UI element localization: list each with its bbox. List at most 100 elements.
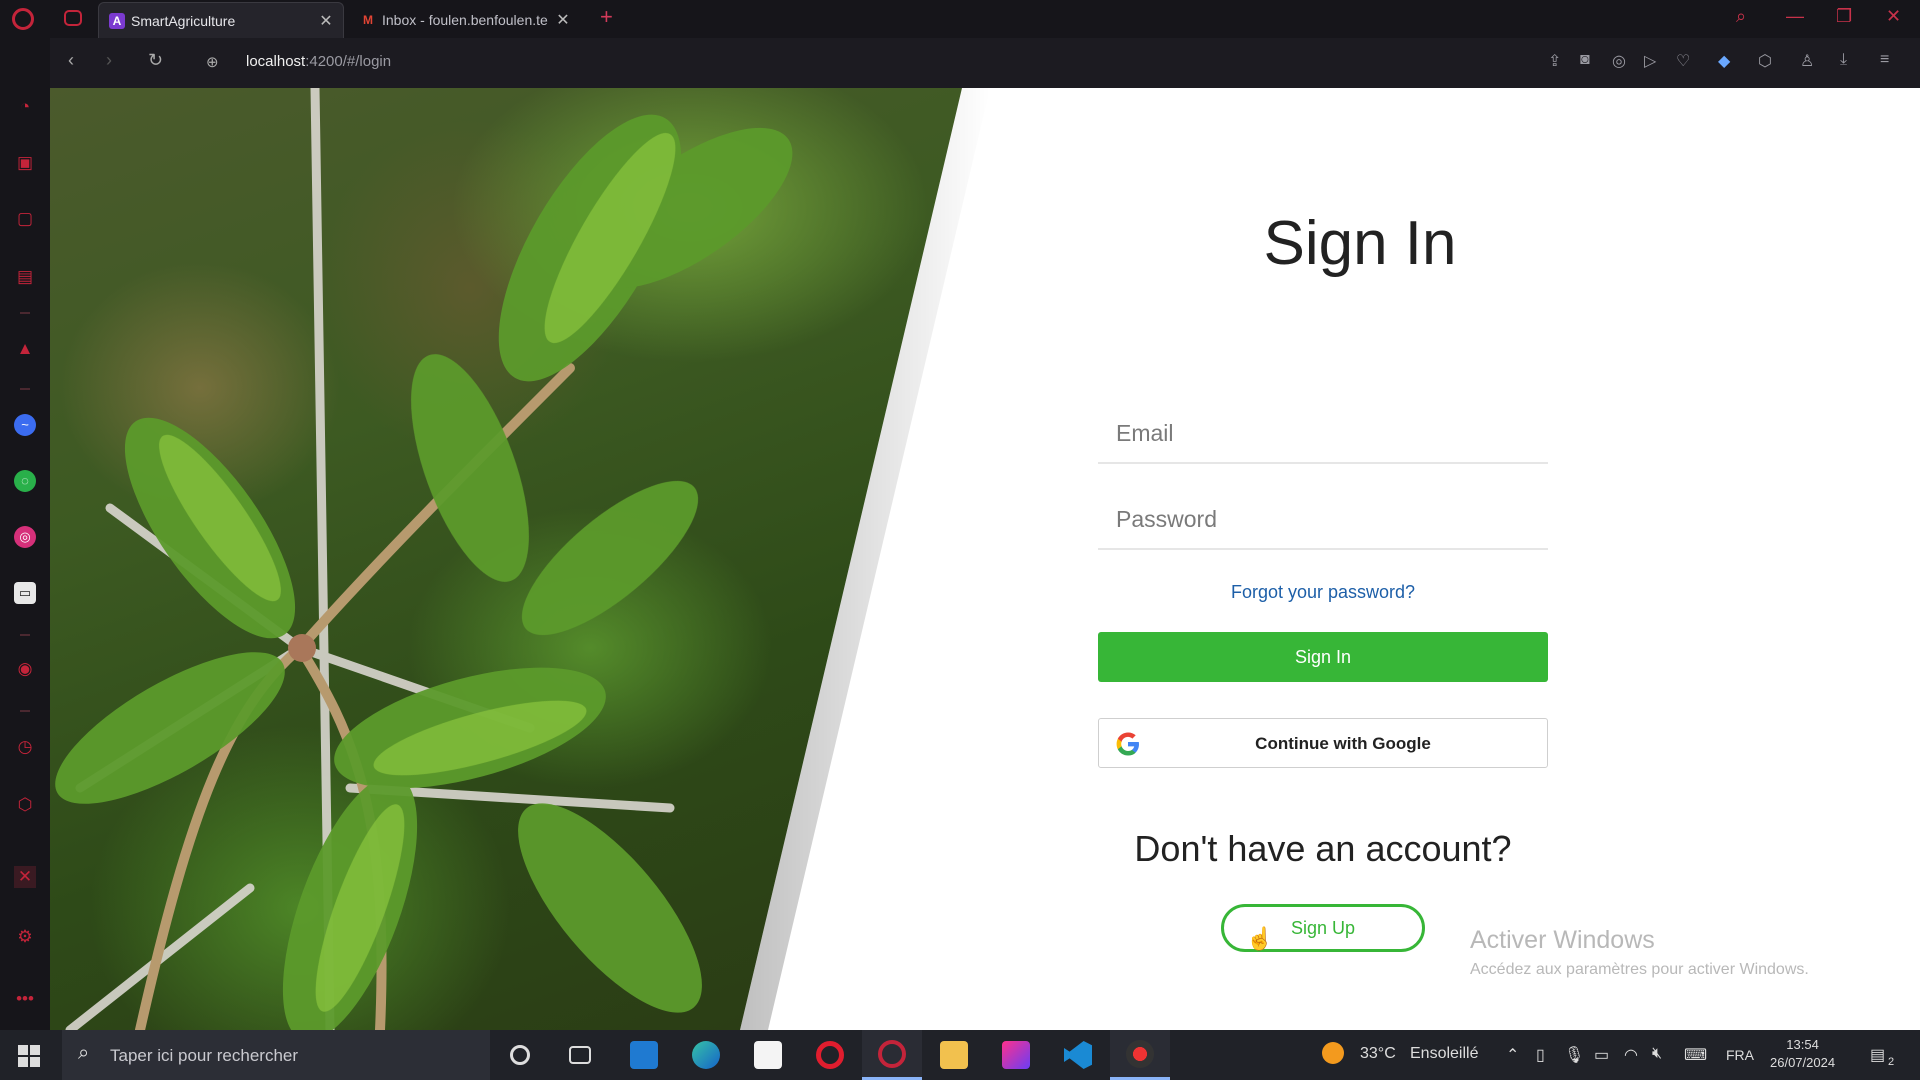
file-explorer-icon[interactable] bbox=[924, 1030, 984, 1080]
close-tab-icon[interactable]: ✕ bbox=[315, 11, 337, 31]
chrome-recorder-icon[interactable] bbox=[1110, 1030, 1170, 1080]
crypto-wallet-icon[interactable]: ✕ bbox=[14, 866, 36, 888]
watermark-subtitle: Accédez aux paramètres pour activer Wind… bbox=[1470, 961, 1809, 978]
taskbar-search-placeholder: Taper ici pour rechercher bbox=[110, 1046, 299, 1065]
edge-app-icon[interactable] bbox=[676, 1030, 736, 1080]
angular-icon: A bbox=[109, 12, 125, 29]
weather-temp[interactable]: 33°C bbox=[1360, 1045, 1396, 1063]
google-button-label: Continue with Google bbox=[1255, 734, 1431, 753]
instagram-icon[interactable]: ◎ bbox=[14, 526, 36, 548]
microphone-icon[interactable]: 🎙︎ bbox=[1564, 1045, 1584, 1065]
password-field[interactable] bbox=[1098, 490, 1548, 550]
address-bar: ‹ › ↻ ⊕ localhost:4200/#/login ⇪ ◙ ◎ ▷ ♡… bbox=[50, 38, 1920, 88]
tab-title: SmartAgriculture bbox=[131, 12, 236, 29]
pinned-tab-icon[interactable] bbox=[64, 10, 82, 26]
reload-icon[interactable]: ↻ bbox=[148, 50, 163, 71]
settings-icon[interactable]: ⚙ bbox=[14, 926, 36, 948]
close-window-icon[interactable]: ✕ bbox=[1886, 6, 1901, 27]
send-icon[interactable]: ▷ bbox=[1644, 51, 1656, 71]
messenger-icon[interactable]: ~ bbox=[14, 414, 36, 436]
extensions-icon[interactable]: ⬡ bbox=[14, 794, 36, 816]
calendar-icon[interactable]: ▤ bbox=[14, 266, 36, 288]
chat-icon[interactable]: ▢ bbox=[14, 208, 36, 230]
opera-app-icon[interactable] bbox=[800, 1030, 860, 1080]
tab-title: Inbox - foulen.benfoulen.te bbox=[382, 12, 548, 28]
battery-icon[interactable]: ▭ bbox=[1594, 1045, 1609, 1065]
watermark-title: Activer Windows bbox=[1470, 926, 1655, 954]
weather-sun-icon[interactable] bbox=[1322, 1042, 1344, 1064]
sign-in-button[interactable]: Sign In bbox=[1098, 632, 1548, 682]
volume-muted-icon[interactable]: 🔇︎ bbox=[1652, 1045, 1662, 1063]
speed-dial-icon[interactable]: ◔ bbox=[14, 96, 36, 118]
meet-now-icon[interactable]: ▯ bbox=[1536, 1045, 1545, 1065]
clock-date: 26/07/2024 bbox=[1770, 1055, 1836, 1070]
vscode-app-icon[interactable] bbox=[1048, 1030, 1108, 1080]
cortana-icon[interactable] bbox=[490, 1030, 550, 1080]
browser-tab-bar: A SmartAgriculture ✕ M Inbox - foulen.be… bbox=[0, 0, 1920, 38]
minimize-icon[interactable]: — bbox=[1786, 6, 1804, 27]
sidebar-divider bbox=[20, 710, 30, 712]
twitter-x-icon[interactable]: ▭ bbox=[14, 582, 36, 604]
show-hidden-icons-icon[interactable]: ⌃ bbox=[1506, 1045, 1519, 1065]
url-host: localhost bbox=[246, 53, 306, 70]
activate-windows-watermark: Activer Windows Accédez aux paramètres p… bbox=[1470, 926, 1809, 979]
taskbar-search[interactable]: ⌕ Taper ici pour rechercher bbox=[62, 1030, 490, 1080]
intellij-app-icon[interactable] bbox=[986, 1030, 1046, 1080]
google-sign-in-button[interactable]: Continue with Google bbox=[1098, 718, 1548, 768]
new-tab-icon[interactable]: + bbox=[600, 4, 613, 30]
site-info-icon[interactable]: ⊕ bbox=[206, 53, 219, 71]
player-icon[interactable]: ◉ bbox=[14, 658, 36, 680]
sidebar-divider bbox=[20, 388, 30, 390]
whatsapp-icon[interactable]: ◌ bbox=[14, 470, 36, 492]
email-field[interactable] bbox=[1098, 404, 1548, 464]
taskbar-clock[interactable]: 13:54 26/07/2024 bbox=[1770, 1036, 1835, 1072]
sidebar-divider bbox=[20, 312, 30, 314]
camera-icon[interactable]: ◙ bbox=[1580, 51, 1590, 69]
opera-gx-app-icon[interactable] bbox=[862, 1030, 922, 1080]
notifications-icon[interactable]: ▤ bbox=[1870, 1045, 1885, 1065]
language-indicator[interactable]: FRA bbox=[1726, 1047, 1754, 1063]
url-path: :4200/#/login bbox=[305, 53, 392, 70]
close-tab-icon[interactable]: ✕ bbox=[552, 10, 574, 30]
windows-start-icon[interactable] bbox=[18, 1045, 40, 1067]
aria-icon[interactable]: ▲ bbox=[14, 338, 36, 360]
email-input[interactable] bbox=[1098, 404, 1548, 462]
no-account-text: Don't have an account? bbox=[1134, 828, 1512, 869]
download-icon[interactable]: ⤓ bbox=[1840, 51, 1847, 69]
tab-inbox[interactable]: M Inbox - foulen.benfoulen.te ✕ bbox=[350, 2, 580, 38]
more-icon[interactable]: ••• bbox=[14, 988, 36, 1010]
search-tabs-icon[interactable]: ⌕ bbox=[1736, 6, 1746, 27]
forgot-password-link[interactable]: Forgot your password? bbox=[1098, 582, 1548, 603]
wifi-icon[interactable]: ◠ bbox=[1624, 1045, 1638, 1065]
heart-icon[interactable]: ♡ bbox=[1676, 51, 1690, 71]
history-icon[interactable]: ◷ bbox=[14, 736, 36, 758]
login-page: Sign In Forgot your password? Sign In Co… bbox=[50, 88, 1920, 1030]
task-view-icon[interactable] bbox=[550, 1030, 610, 1080]
sidebar-divider bbox=[20, 634, 30, 636]
briefcase-icon[interactable]: ▣ bbox=[14, 152, 36, 174]
back-icon[interactable]: ‹ bbox=[68, 50, 74, 71]
notification-count-badge: 2 bbox=[1888, 1056, 1895, 1068]
weather-text[interactable]: Ensoleillé bbox=[1410, 1045, 1478, 1063]
easy-setup-icon[interactable]: ≡ bbox=[1880, 51, 1889, 69]
page-title: Sign In bbox=[1263, 209, 1457, 278]
forward-icon[interactable]: › bbox=[106, 50, 112, 71]
mail-app-icon[interactable] bbox=[614, 1030, 674, 1080]
keyboard-icon[interactable]: ⌨ bbox=[1684, 1045, 1707, 1065]
restore-icon[interactable]: ❐ bbox=[1836, 6, 1852, 27]
clock-time: 13:54 bbox=[1786, 1037, 1819, 1052]
plant-photo bbox=[50, 88, 962, 1030]
gmail-icon: M bbox=[363, 13, 373, 27]
shield-icon[interactable]: ◎ bbox=[1612, 51, 1626, 71]
opera-menu-icon[interactable] bbox=[12, 8, 34, 30]
cube-icon[interactable]: ⬡ bbox=[1758, 51, 1772, 71]
password-input[interactable] bbox=[1098, 490, 1548, 548]
profile-icon[interactable]: ♙ bbox=[1800, 51, 1814, 71]
share-icon[interactable]: ⇪ bbox=[1548, 51, 1561, 71]
opera-sidebar: ◔ ▣ ▢ ▤ ▲ ~ ◌ ◎ ▭ ◉ ◷ ⬡ ✕ ⚙ ••• bbox=[0, 38, 50, 1030]
store-app-icon[interactable] bbox=[738, 1030, 798, 1080]
search-icon: ⌕ bbox=[78, 1042, 90, 1064]
url-field[interactable]: localhost:4200/#/login bbox=[246, 53, 391, 70]
tab-smartagriculture[interactable]: A SmartAgriculture ✕ bbox=[98, 2, 344, 38]
extension-icon[interactable]: ◆ bbox=[1718, 51, 1730, 71]
